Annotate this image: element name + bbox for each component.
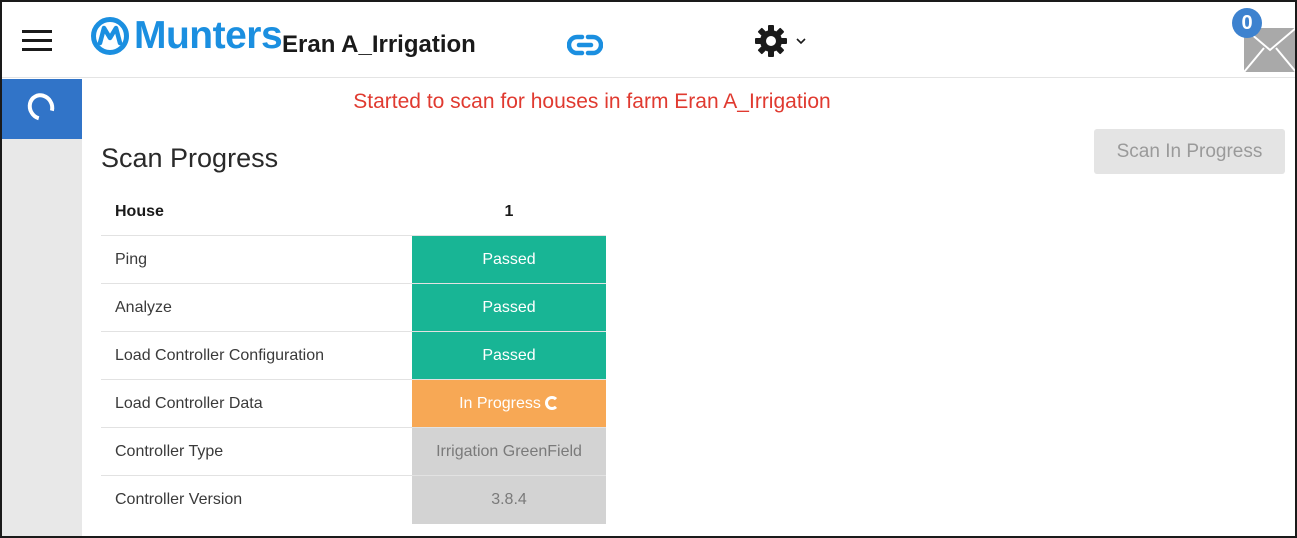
- logo-text: Munters: [134, 14, 283, 57]
- controller-type-value: Irrigation GreenField: [412, 428, 606, 476]
- scan-in-progress-button[interactable]: Scan In Progress: [1094, 129, 1285, 174]
- notifications[interactable]: 0: [1226, 6, 1295, 72]
- gear-icon[interactable]: [754, 24, 788, 58]
- table-row: Controller Type Irrigation GreenField: [101, 427, 606, 476]
- step-label: Controller Version: [115, 491, 243, 508]
- chevron-down-icon[interactable]: [796, 37, 806, 45]
- munters-logo-icon: [91, 17, 129, 55]
- house-number: 1: [504, 203, 514, 220]
- controller-version-value: 3.8.4: [412, 476, 606, 524]
- status-cell: Passed: [412, 284, 606, 332]
- step-label: Load Controller Configuration: [115, 347, 325, 364]
- app-window: Munters Eran A_Irrigation 0 Started to s…: [0, 0, 1297, 538]
- table-row: Controller Version 3.8.4: [101, 475, 606, 524]
- scan-progress-table: House 1 Ping Passed Analyze Passed Load …: [101, 188, 606, 524]
- status-cell: Passed: [412, 236, 606, 284]
- left-rail: [2, 79, 82, 536]
- notification-count-badge: 0: [1232, 8, 1262, 38]
- table-row: Analyze Passed: [101, 283, 606, 332]
- step-label: Controller Type: [115, 443, 224, 460]
- table-header-row: House 1: [101, 188, 606, 235]
- house-column-header: House: [115, 203, 164, 220]
- table-row: Load Controller Data In Progress: [101, 379, 606, 428]
- menu-icon[interactable]: [22, 30, 52, 52]
- step-label: Load Controller Data: [115, 395, 263, 412]
- table-row: Ping Passed: [101, 235, 606, 284]
- status-cell: Passed: [412, 332, 606, 380]
- settings-menu[interactable]: [754, 24, 806, 58]
- table-row: Load Controller Configuration Passed: [101, 331, 606, 380]
- refresh-icon: [22, 88, 60, 126]
- spinner-icon: [544, 396, 559, 410]
- farm-name: Eran A_Irrigation: [282, 31, 476, 58]
- status-text: In Progress: [459, 395, 541, 412]
- scan-status-message: Started to scan for houses in farm Eran …: [353, 90, 831, 113]
- link-icon[interactable]: [567, 32, 603, 58]
- munters-logo: Munters: [90, 14, 283, 58]
- top-bar: Munters Eran A_Irrigation 0: [2, 2, 1295, 78]
- refresh-button[interactable]: [2, 79, 82, 139]
- page-title: Scan Progress: [101, 143, 279, 173]
- status-cell: In Progress: [412, 380, 606, 428]
- step-label: Ping: [115, 251, 148, 268]
- step-label: Analyze: [115, 299, 172, 316]
